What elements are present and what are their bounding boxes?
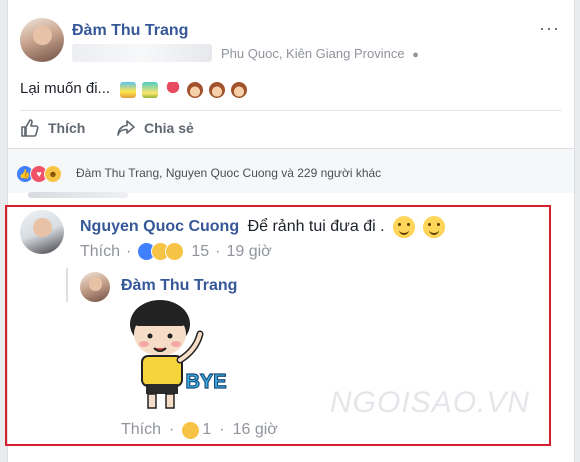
share-icon (116, 118, 136, 138)
comment-reaction-count[interactable]: 15 (191, 243, 209, 261)
separator: · (169, 421, 175, 438)
comment-author[interactable]: Nguyen Quoc Cuong (80, 218, 239, 235)
more-options-icon[interactable]: ··· (539, 18, 560, 39)
haha-icon (182, 421, 200, 439)
comment-text: Để rảnh tui đưa đi . (247, 218, 385, 236)
location-text[interactable]: Phu Quoc, Kiên Giang Province (221, 46, 405, 61)
blurred-meta (72, 44, 212, 62)
wow-icon (165, 242, 185, 261)
post-emojis (120, 81, 249, 98)
laughing-emoji-icon (393, 216, 416, 238)
comment-time[interactable]: 19 giờ (226, 243, 271, 261)
monkey-icon (208, 81, 225, 98)
haha-icon: ☻ (44, 165, 62, 183)
post-author[interactable]: Đàm Thu Trang (72, 22, 188, 40)
reply-thread-line (66, 268, 68, 302)
separator: · (219, 421, 225, 438)
reply-time[interactable]: 16 giờ (233, 421, 278, 439)
umbrella-icon (164, 81, 181, 98)
reply-author-avatar[interactable] (80, 272, 110, 302)
reactions-summary-bar[interactable]: 👍 ♥ ☻ Đàm Thu Trang, Nguyen Quoc Cuong v… (8, 148, 574, 193)
photo-icon (142, 81, 159, 98)
bye-sticker: BYE (130, 300, 227, 409)
comment-line: Nguyen Quoc Cuong Để rảnh tui đưa đi . (80, 216, 446, 238)
share-label: Chia sẻ (144, 120, 194, 136)
reply-like-button[interactable]: Thích (121, 421, 161, 439)
reply-author[interactable]: Đàm Thu Trang (121, 277, 237, 295)
reply-reaction-count[interactable]: 1 (202, 421, 211, 439)
share-button[interactable]: Chia sẻ (116, 118, 194, 138)
post-text: Lại muốn đi... (20, 80, 249, 98)
smiling-emoji-icon (423, 216, 446, 238)
monkey-icon (186, 81, 203, 98)
sticker-text: BYE (185, 371, 226, 393)
globe-icon: ● (412, 49, 419, 61)
like-label: Thích (48, 120, 86, 136)
author-avatar[interactable] (20, 18, 64, 62)
separator: · (126, 242, 132, 260)
photo-icon (120, 81, 137, 98)
commenter-avatar[interactable] (20, 210, 64, 254)
comment-reactions[interactable] (137, 242, 185, 261)
reply-footer: Thích · 1 · 16 giờ (121, 421, 278, 439)
like-button[interactable]: Thích (20, 118, 85, 138)
separator: · (215, 242, 221, 260)
divider (20, 110, 562, 111)
watermark: NGOISAO.VN (330, 386, 531, 419)
post-text-content: Lại muốn đi... (20, 80, 111, 97)
reaction-summary-text[interactable]: Đàm Thu Trang, Nguyen Quoc Cuong và 229 … (76, 166, 381, 180)
comment-footer: Thích · 15 · 19 giờ (80, 242, 272, 261)
comment-like-button[interactable]: Thích (80, 243, 120, 261)
post-location[interactable]: Phu Quoc, Kiên Giang Province ● (221, 46, 419, 61)
cropped-comment-fragment (28, 192, 128, 198)
monkey-icon (231, 81, 248, 98)
reaction-icons: 👍 ♥ ☻ (16, 165, 62, 183)
thumbs-up-icon (20, 118, 40, 138)
